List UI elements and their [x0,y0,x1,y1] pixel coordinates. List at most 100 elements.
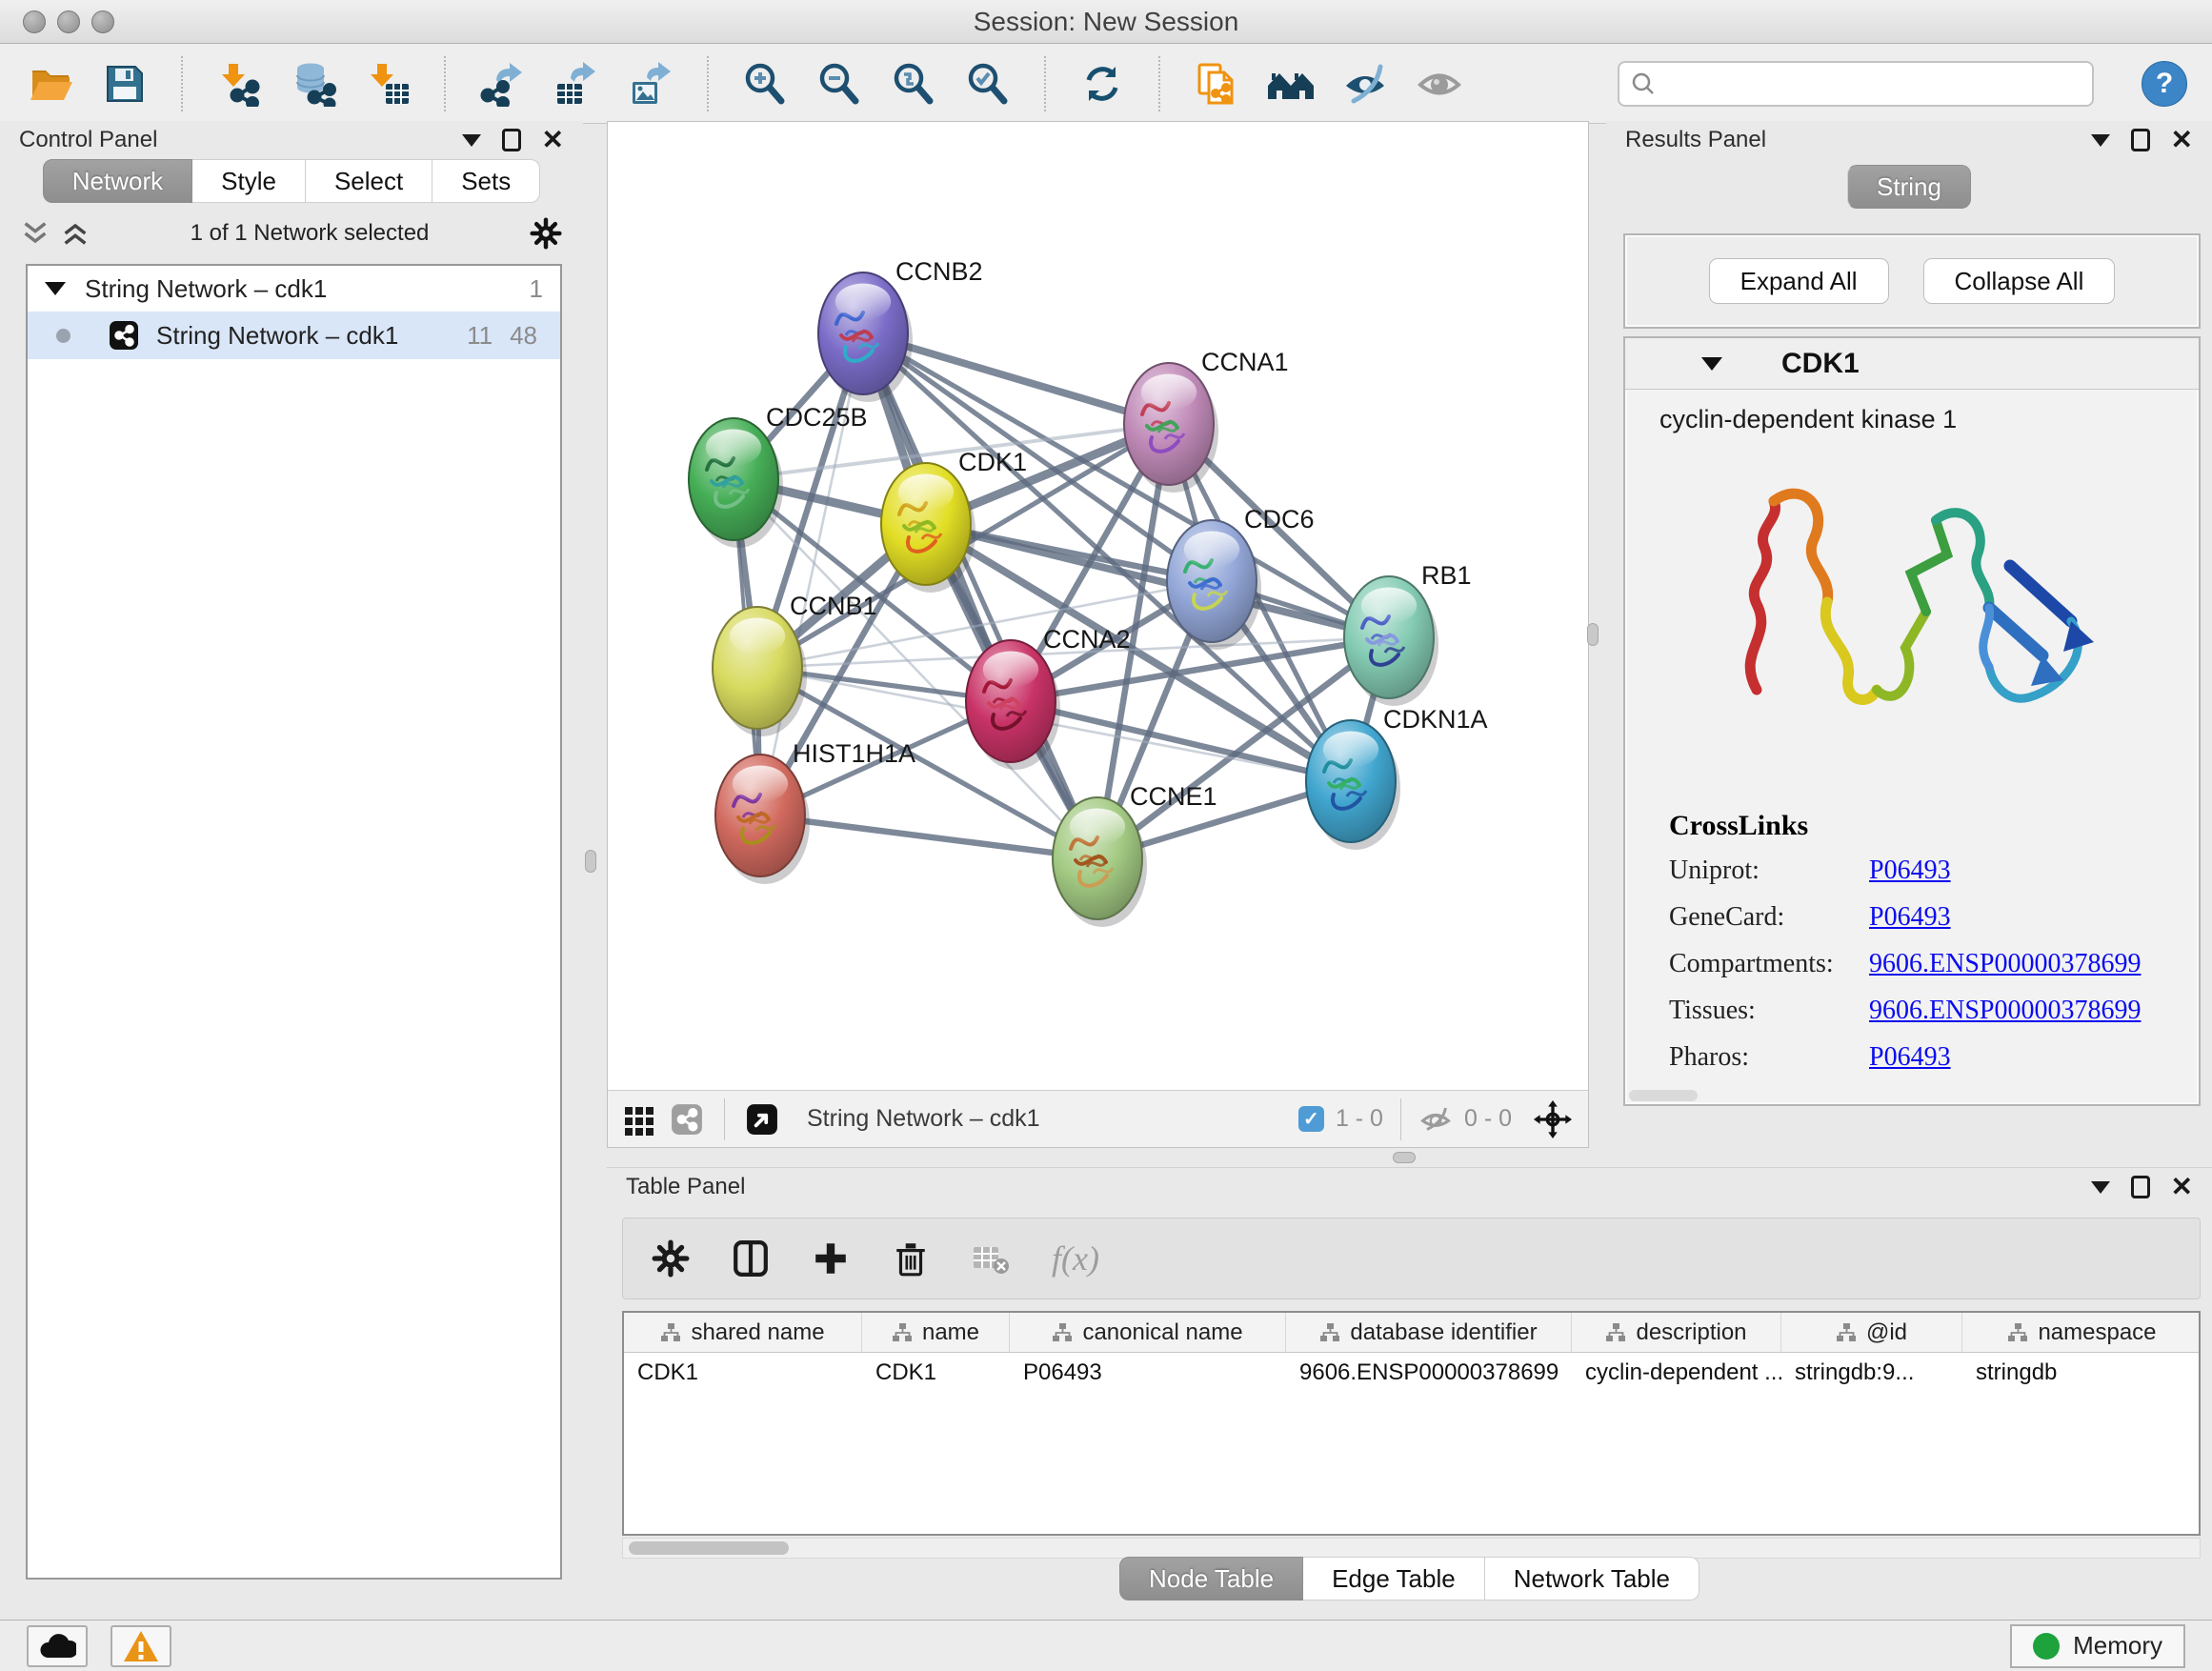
network-node-rb1[interactable]: RB1 [1344,561,1472,706]
export-network-button[interactable] [476,57,528,111]
warnings-button[interactable] [111,1625,171,1667]
import-network-from-database-button[interactable] [288,57,339,111]
grid-view-icon[interactable] [623,1103,655,1136]
create-column-plus-icon[interactable] [812,1239,850,1278]
panel-float-icon[interactable] [502,129,521,151]
cloud-status-button[interactable] [27,1625,88,1667]
network-node-ccna2[interactable]: CCNA2 [966,625,1131,770]
clone-network-button[interactable] [1191,57,1242,111]
panel-close-icon[interactable]: ✕ [2171,1174,2193,1200]
table-cell[interactable]: CDK1 [862,1353,1010,1393]
crosslink-link[interactable]: 9606.ENSP00000378699 [1869,996,2141,1025]
zoom-out-button[interactable] [814,57,865,111]
import-table-from-file-button[interactable] [362,57,413,111]
network-node-ccne1[interactable]: CCNE1 [1053,782,1217,927]
panel-close-icon[interactable]: ✕ [542,127,564,153]
network-node-ccnb2[interactable]: CCNB2 [818,257,983,402]
import-network-from-file-button[interactable] [213,57,265,111]
tab-sets[interactable]: Sets [432,159,540,203]
crosslink-link[interactable]: P06493 [1869,856,1951,885]
network-row-selected[interactable]: String Network – cdk1 11 48 [28,312,560,359]
help-button[interactable]: ? [2142,61,2187,107]
network-node-cdc6[interactable]: CDC6 [1167,505,1315,650]
panel-menu-icon[interactable] [2091,1181,2110,1194]
tree-expand-icon[interactable] [45,282,66,295]
network-node-ccna1[interactable]: CCNA1 [1124,348,1289,493]
column-header-id[interactable]: @id [1781,1313,1962,1352]
panel-menu-icon[interactable] [462,134,481,147]
crosslink-link[interactable]: P06493 [1869,902,1951,932]
network-graph[interactable]: CCNB2CCNA1CDC25BCDK1CDC6RB1CCNB1CCNA2CDK… [608,122,1590,1092]
export-table-button[interactable] [551,57,602,111]
show-columns-icon[interactable] [732,1239,770,1278]
network-canvas[interactable]: CCNB2CCNA1CDC25BCDK1CDC6RB1CCNB1CCNA2CDK… [608,122,1588,1090]
refresh-button[interactable] [1076,57,1128,111]
column-header-name[interactable]: name [862,1313,1010,1352]
scrollbar-thumb[interactable] [629,1541,789,1555]
tab-network[interactable]: Network [43,159,192,203]
zoom-fit-button[interactable] [888,57,939,111]
column-header-shared-name[interactable]: shared name [624,1313,862,1352]
table-horizontal-scrollbar[interactable] [622,1538,2201,1559]
panel-float-icon[interactable] [2131,1176,2150,1198]
bottom-splitter-handle[interactable] [1393,1152,1416,1163]
table-cell[interactable]: stringdb:9... [1781,1353,1962,1393]
collapse-all-button[interactable]: Collapse All [1923,258,2116,304]
node-details-header[interactable]: CDK1 [1625,338,2199,390]
table-cell[interactable]: stringdb [1962,1353,2201,1393]
tab-select[interactable]: Select [306,159,432,203]
results-horizontal-scrollbar[interactable] [1629,1090,1698,1101]
expand-all-button[interactable]: Expand All [1709,258,1889,304]
selected-checkbox-icon[interactable]: ✓ [1298,1106,1324,1132]
maximize-window-button[interactable] [91,10,114,33]
zoom-selected-button[interactable] [962,57,1014,111]
export-image-button[interactable] [625,57,676,111]
column-header-database-identifier[interactable]: database identifier [1286,1313,1572,1352]
table-settings-gear-icon[interactable] [652,1239,690,1278]
fit-content-crosshair-icon[interactable] [1533,1099,1573,1139]
close-window-button[interactable] [23,10,46,33]
first-neighbors-button[interactable] [1265,57,1317,111]
tab-edge-table[interactable]: Edge Table [1303,1557,1485,1601]
panel-float-icon[interactable] [2131,129,2150,151]
crosslink-link[interactable]: 9606.ENSP00000378699 [1869,949,2141,978]
panel-close-icon[interactable]: ✕ [2171,127,2193,153]
open-session-button[interactable] [25,57,76,111]
minimize-window-button[interactable] [57,10,80,33]
tab-network-table[interactable]: Network Table [1485,1557,1699,1601]
tab-string[interactable]: String [1847,165,1971,209]
zoom-in-button[interactable] [739,57,791,111]
column-header-namespace[interactable]: namespace [1962,1313,2201,1352]
table-cell[interactable]: P06493 [1010,1353,1286,1393]
gear-icon[interactable] [530,217,562,250]
birds-eye-icon[interactable] [746,1103,778,1136]
tab-style[interactable]: Style [192,159,306,203]
network-node-cdkn1a[interactable]: CDKN1A [1306,705,1488,850]
table-cell[interactable]: 9606.ENSP00000378699 [1286,1353,1572,1393]
panel-menu-icon[interactable] [2091,134,2110,147]
tab-node-table[interactable]: Node Table [1119,1557,1303,1601]
memory-button[interactable]: Memory [2010,1624,2185,1668]
network-edge[interactable] [760,815,1097,858]
expand-all-icon[interactable] [61,219,90,248]
left-splitter-handle[interactable] [585,850,596,873]
right-splitter-handle[interactable] [1587,623,1599,646]
column-header-description[interactable]: description [1572,1313,1781,1352]
network-edge[interactable] [863,333,1097,858]
table-cell[interactable]: cyclin-dependent ... [1572,1353,1781,1393]
hide-selected-button[interactable] [1339,57,1391,111]
network-view-icon[interactable] [671,1103,703,1136]
search-input[interactable] [1665,69,2081,98]
collapse-entry-icon[interactable] [1701,357,1722,371]
delete-column-trash-icon[interactable] [892,1239,930,1278]
show-all-button[interactable] [1414,57,1465,111]
network-collection-row[interactable]: String Network – cdk1 1 [28,266,560,312]
table-row[interactable]: CDK1CDK1P064939606.ENSP00000378699cyclin… [624,1353,2199,1393]
table-cell[interactable]: CDK1 [624,1353,862,1393]
crosslink-link[interactable]: P06493 [1869,1042,1951,1072]
column-header-canonical-name[interactable]: canonical name [1010,1313,1286,1352]
save-session-button[interactable] [99,57,151,111]
collapse-all-icon[interactable] [21,219,50,248]
toolbar-search[interactable] [1618,61,2094,107]
network-node-hist1h1a[interactable]: HIST1H1A [715,739,915,884]
